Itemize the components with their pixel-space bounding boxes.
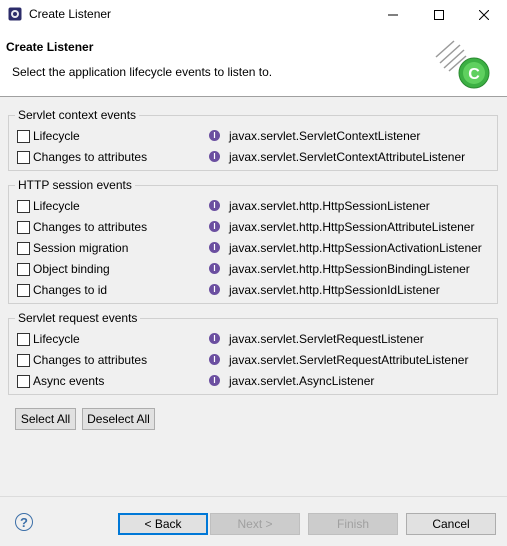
deselect-all-button[interactable]: Deselect All (82, 408, 155, 430)
option-label: Changes to attributes (33, 220, 148, 234)
interface-name: javax.servlet.http.HttpSessionBindingLis… (229, 262, 470, 276)
option-label: Async events (33, 374, 105, 388)
maximize-button[interactable] (416, 0, 462, 30)
interface-icon: I (209, 284, 220, 295)
checkbox[interactable] (17, 333, 30, 346)
footer-separator (0, 496, 507, 497)
minimize-icon (388, 14, 398, 16)
interface-icon: I (209, 263, 220, 274)
servlet-request-events-group: Servlet request events Lifecycle I javax… (8, 311, 498, 395)
checkbox[interactable] (17, 221, 30, 234)
window-title: Create Listener (29, 7, 112, 21)
wizard-header: Create Listener Select the application l… (0, 30, 507, 97)
close-button[interactable] (461, 0, 507, 30)
option-label: Lifecycle (33, 199, 80, 213)
interface-icon: I (209, 221, 220, 232)
create-class-wizard-icon: C (435, 40, 490, 89)
checkbox[interactable] (17, 200, 30, 213)
next-button[interactable]: Next > (210, 513, 300, 535)
interface-icon: I (209, 242, 220, 253)
interface-icon: I (209, 130, 220, 141)
option-label: Object binding (33, 262, 110, 276)
interface-icon: I (209, 151, 220, 162)
title-bar: Create Listener (0, 0, 507, 30)
option-label: Session migration (33, 241, 129, 255)
group-label: Servlet request events (15, 311, 141, 325)
eclipse-app-icon (8, 7, 22, 21)
help-icon[interactable]: ? (15, 513, 33, 531)
interface-name: javax.servlet.http.HttpSessionListener (229, 199, 430, 213)
option-label: Lifecycle (33, 129, 80, 143)
interface-name: javax.servlet.AsyncListener (229, 374, 375, 388)
cancel-button[interactable]: Cancel (406, 513, 496, 535)
checkbox[interactable] (17, 375, 30, 388)
servlet-context-events-group: Servlet context events Lifecycle I javax… (8, 108, 498, 171)
interface-name: javax.servlet.http.HttpSessionAttributeL… (229, 220, 475, 234)
option-label: Changes to attributes (33, 150, 148, 164)
checkbox[interactable] (17, 130, 30, 143)
group-label: HTTP session events (15, 178, 135, 192)
page-description: Select the application lifecycle events … (12, 65, 273, 79)
interface-icon: I (209, 333, 220, 344)
svg-text:C: C (468, 66, 480, 83)
interface-name: javax.servlet.http.HttpSessionActivation… (229, 241, 482, 255)
checkbox[interactable] (17, 151, 30, 164)
group-label: Servlet context events (15, 108, 140, 122)
back-button[interactable]: < Back (118, 513, 208, 535)
interface-name: javax.servlet.ServletContextAttributeLis… (229, 150, 466, 164)
select-all-button[interactable]: Select All (15, 408, 76, 430)
interface-name: javax.servlet.ServletContextListener (229, 129, 421, 143)
maximize-icon (434, 10, 444, 20)
http-session-events-group: HTTP session events Lifecycle I javax.se… (8, 178, 498, 304)
interface-name: javax.servlet.http.HttpSessionIdListener (229, 283, 440, 297)
option-label: Lifecycle (33, 332, 80, 346)
minimize-button[interactable] (370, 0, 416, 30)
interface-icon: I (209, 354, 220, 365)
option-label: Changes to id (33, 283, 108, 297)
interface-name: javax.servlet.ServletRequestAttributeLis… (229, 353, 469, 367)
checkbox[interactable] (17, 242, 30, 255)
checkbox[interactable] (17, 263, 30, 276)
close-icon (479, 10, 489, 20)
interface-name: javax.servlet.ServletRequestListener (229, 332, 424, 346)
interface-icon: I (209, 200, 220, 211)
page-title: Create Listener (6, 40, 94, 54)
checkbox[interactable] (17, 354, 30, 367)
checkbox[interactable] (17, 284, 30, 297)
finish-button[interactable]: Finish (308, 513, 398, 535)
option-label: Changes to attributes (33, 353, 148, 367)
interface-icon: I (209, 375, 220, 386)
